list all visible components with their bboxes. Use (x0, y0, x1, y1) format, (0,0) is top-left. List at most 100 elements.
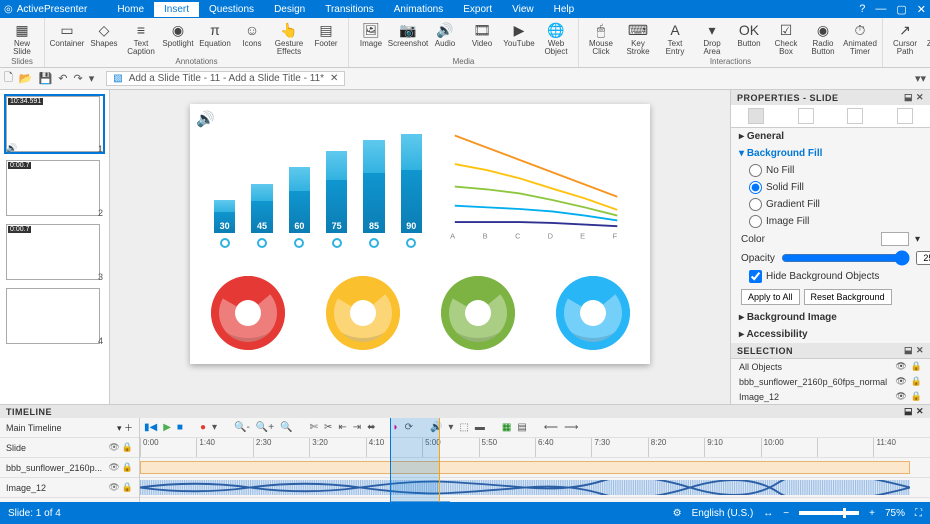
ribbon-animated-timer[interactable]: ⏱AnimatedTimer (842, 20, 878, 57)
track-image[interactable] (140, 498, 930, 502)
doughnut[interactable] (441, 276, 515, 350)
tab-close-icon[interactable]: ✕ (330, 73, 338, 84)
hide-bg-checkbox[interactable]: Hide Background Objects (731, 268, 930, 285)
lock-icon[interactable]: 🔒 (122, 462, 133, 473)
ribbon-footer[interactable]: ▤Footer (308, 20, 344, 57)
zoom-fit-icon[interactable]: 🔍 (280, 422, 292, 433)
ribbon-text-caption[interactable]: ≡TextCaption (123, 20, 159, 57)
zoom-slider[interactable] (799, 511, 859, 515)
pin-icon[interactable]: ⬓ ✕ (904, 345, 924, 356)
fullscreen-icon[interactable]: ⛶ (915, 508, 922, 519)
menu-help[interactable]: Help (544, 2, 585, 17)
ribbon-equation[interactable]: πEquation (197, 20, 233, 57)
ribbon-audio[interactable]: 🔊Audio (427, 20, 463, 57)
doughnut[interactable] (211, 276, 285, 350)
section-accessibility[interactable]: ▸ Accessibility (731, 326, 930, 343)
ribbon-check-box[interactable]: ☑CheckBox (768, 20, 804, 57)
timeline-tracks[interactable]: ▮◀ ▶ ■ ●▾ 🔍- 🔍+ 🔍 ✄✂ ⇤⇥ ⬌ ◗ ⟳ 🔊▾ ⬚▬ (140, 418, 930, 502)
opacity-slider[interactable] (781, 250, 910, 266)
menu-view[interactable]: View (502, 2, 544, 17)
pin-icon[interactable]: ⬓ ✕ (904, 92, 924, 103)
ribbon-spotlight[interactable]: ◉Spotlight (160, 20, 196, 57)
ribbon-mouse-click[interactable]: 🖱MouseClick (583, 20, 619, 57)
visibility-icon[interactable]: 👁 (108, 482, 119, 493)
open-icon[interactable]: 📂 (19, 72, 33, 85)
slide-thumb-1[interactable]: 10:34.5911🔊 (4, 94, 105, 154)
fill-no-fill[interactable]: No Fill (731, 162, 930, 179)
timeline-row[interactable]: Image_12👁 🔒 (0, 478, 139, 498)
ribbon-screenshot[interactable]: 📷Screenshot (390, 20, 426, 57)
section-bgimage[interactable]: ▸ Background Image (731, 309, 930, 326)
canvas[interactable]: 🔊 304560758590 ABC DEF 50100150200250 (110, 90, 730, 404)
lock-icon[interactable]: 🔒 (122, 442, 133, 453)
visibility-icon[interactable]: 👁 (895, 361, 906, 372)
timeline-ruler[interactable]: 0:001:402:303:204:105:005:506:407:308:20… (140, 438, 930, 458)
language-indicator[interactable]: English (U.S.) (692, 508, 754, 519)
line-chart[interactable]: ABC DEF 50100150200250 (448, 118, 638, 248)
visibility-icon[interactable]: 👁 (108, 442, 119, 453)
tab-audio-icon[interactable] (847, 108, 863, 124)
track-audio[interactable] (140, 478, 930, 498)
menu-insert[interactable]: Insert (154, 2, 199, 17)
lock-icon[interactable]: 🔒 (122, 482, 133, 493)
undo-icon[interactable]: ↶ (58, 72, 67, 85)
selection-item[interactable]: bbb_sunflower_2160p_60fps_normal👁🔒 (731, 374, 930, 389)
section-bgfill[interactable]: ▾ Background Fill (731, 145, 930, 162)
help-icon[interactable]: ? (859, 3, 865, 16)
color-dropdown-icon[interactable]: ▾ (915, 234, 920, 245)
minimize-icon[interactable]: — (875, 3, 886, 16)
visibility-icon[interactable]: 👁 (108, 462, 119, 473)
zoom-out-icon[interactable]: − (783, 508, 789, 519)
menu-animations[interactable]: Animations (384, 2, 453, 17)
stop-icon[interactable]: ■ (177, 422, 183, 433)
timeline-row[interactable]: bbb_sunflower_2160p...👁 🔒 (0, 458, 139, 478)
section-general[interactable]: ▸ General (731, 128, 930, 145)
maximize-icon[interactable]: ▢ (896, 3, 906, 16)
visibility-icon[interactable]: 👁 (895, 376, 906, 387)
ribbon-key-stroke[interactable]: ⌨KeyStroke (620, 20, 656, 57)
record-icon[interactable]: ● (200, 422, 206, 433)
ribbon-cursor-path[interactable]: ↗CursorPath (887, 20, 923, 57)
apply-all-button[interactable]: Apply to All (741, 289, 800, 305)
zoom-value[interactable]: 75% (885, 508, 905, 519)
fill-image-fill[interactable]: Image Fill (731, 213, 930, 230)
zoom-out-icon[interactable]: 🔍- (234, 422, 250, 433)
timeline-row[interactable]: Slide👁 🔒 (0, 438, 139, 458)
document-tab[interactable]: ▧ Add a Slide Title - 11 - Add a Slide T… (106, 71, 345, 86)
slide-thumb-2[interactable]: 0:00.72 (4, 158, 105, 218)
lock-icon[interactable]: 🔒 (911, 391, 922, 402)
lock-icon[interactable]: 🔒 (911, 361, 922, 372)
menu-transitions[interactable]: Transitions (315, 2, 384, 17)
tab-style-icon[interactable] (798, 108, 814, 124)
ribbon-image[interactable]: 🖼Image (353, 20, 389, 57)
menu-export[interactable]: Export (453, 2, 502, 17)
ribbon-drop-area[interactable]: ▾DropArea (694, 20, 730, 57)
slide-thumb-3[interactable]: 0:00.73 (4, 222, 105, 282)
ribbon-button[interactable]: OKButton (731, 20, 767, 57)
zoom-in-icon[interactable]: + (869, 508, 875, 519)
rewind-icon[interactable]: ▮◀ (144, 422, 157, 433)
play-icon[interactable]: ▶ (163, 422, 171, 433)
ribbon-video[interactable]: 🎞Video (464, 20, 500, 57)
track-slide[interactable] (140, 458, 930, 478)
tab-media-icon[interactable] (897, 108, 913, 124)
save-icon[interactable]: 💾 (39, 72, 53, 85)
color-swatch[interactable] (881, 232, 909, 246)
playhead[interactable] (390, 418, 440, 502)
reset-bg-button[interactable]: Reset Background (804, 289, 892, 305)
fit-icon[interactable]: ↔ (763, 508, 773, 519)
ribbon-web-object[interactable]: 🌐WebObject (538, 20, 574, 57)
fill-solid-fill[interactable]: Solid Fill (731, 179, 930, 196)
ribbon-shapes[interactable]: ◇Shapes (86, 20, 122, 57)
lock-icon[interactable]: 🔒 (911, 376, 922, 387)
visibility-icon[interactable]: 👁 (895, 391, 906, 402)
timeline-selector[interactable]: Main Timeline▾ ＋ (0, 418, 139, 438)
new-icon[interactable]: 🗋 (4, 69, 13, 88)
ribbon-container[interactable]: ▭Container (49, 20, 85, 57)
pin-icon[interactable]: ⬓ ✕ (904, 406, 924, 417)
panel-toggle-icon[interactable]: ▾▾ (915, 72, 926, 85)
menu-design[interactable]: Design (264, 2, 315, 17)
ribbon-gesture-effects[interactable]: 👆GestureEffects (271, 20, 307, 57)
ribbon-zoom-n-pan[interactable]: ⊕Zoom-n-Pan (924, 20, 930, 57)
doughnut[interactable] (326, 276, 400, 350)
